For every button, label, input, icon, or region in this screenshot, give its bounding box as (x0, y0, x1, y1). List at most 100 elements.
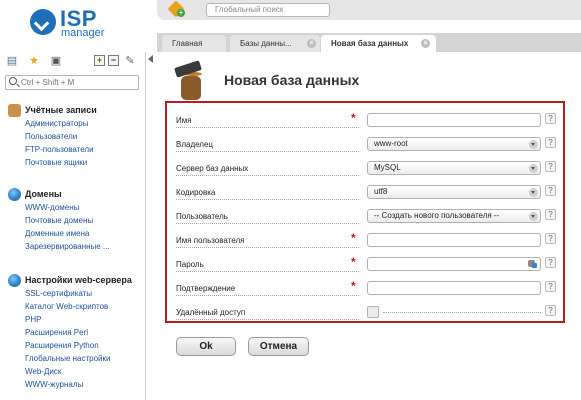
tab-label: Главная (172, 39, 203, 48)
name-input[interactable] (367, 113, 541, 127)
nav-head-label: Настройки web-сервера (25, 275, 132, 285)
nav-item-www-logs[interactable]: WWW-журналы (8, 378, 146, 391)
nav-head-domains[interactable]: Домены (8, 188, 146, 201)
nav-head-web-server[interactable]: Настройки web-сервера (8, 274, 146, 287)
nav-head-label: Учётные записи (25, 105, 97, 115)
globe-icon (8, 188, 21, 201)
nav-item-www-domains[interactable]: WWW-домены (8, 201, 146, 214)
nav-item-ftp-users[interactable]: FTP-пользователи (8, 143, 146, 156)
tab-home[interactable]: Главная (162, 35, 226, 52)
help-icon[interactable]: ? (545, 233, 556, 244)
encoding-select[interactable]: utf8 (367, 185, 541, 199)
help-icon[interactable]: ? (545, 281, 556, 292)
global-search-input[interactable]: Глобальный поиск (206, 3, 330, 17)
top-bar: + Глобальный поиск (157, 0, 581, 20)
collapse-all-icon[interactable]: − (108, 55, 119, 66)
ispmanager-logo[interactable]: ISP manager (30, 6, 150, 45)
nav-item-php[interactable]: PHP (8, 313, 146, 326)
new-object-icon[interactable]: + (167, 0, 185, 18)
remote-access-checkbox[interactable] (367, 306, 379, 318)
field-label: Кодировка (176, 188, 216, 197)
owner-select[interactable]: www-root (367, 137, 541, 151)
chevron-down-icon (529, 164, 538, 173)
collapse-sidebar-icon[interactable] (148, 55, 153, 63)
required-mark: * (351, 231, 356, 245)
generate-password-icon[interactable] (527, 259, 537, 269)
tab-databases[interactable]: Базы данны... × (230, 35, 320, 52)
menu-tree-icon[interactable]: ▤ (6, 55, 18, 67)
db-server-select[interactable]: MySQL (367, 161, 541, 175)
nav-item-python[interactable]: Расширения Python (8, 339, 146, 352)
database-tool-icon (174, 60, 209, 100)
cancel-button[interactable]: Отмена (248, 337, 309, 356)
select-value: utf8 (374, 187, 388, 196)
label-leader (176, 223, 359, 224)
nav-item-administrators[interactable]: Администраторы (8, 117, 146, 130)
form-row-user: Пользователь -- Создать нового пользоват… (167, 204, 563, 226)
sidebar: ▤ ★ ▣ + − ✎ Учётные записи Администратор… (0, 52, 146, 400)
tab-new-database[interactable]: Новая база данных × (321, 35, 436, 52)
help-icon[interactable]: ? (545, 257, 556, 268)
nav-section-web-server: Настройки web-сервера SSL-сертификаты Ка… (8, 274, 146, 391)
nav-item-ssl[interactable]: SSL-сертификаты (8, 287, 146, 300)
help-icon[interactable]: ? (545, 305, 556, 316)
nav-item-mailboxes[interactable]: Почтовые ящики (8, 156, 146, 169)
username-input[interactable] (367, 233, 541, 247)
close-tab-icon[interactable]: × (307, 39, 316, 48)
search-icon (9, 77, 17, 85)
help-icon[interactable]: ? (545, 137, 556, 148)
nav-item-mail-domains[interactable]: Почтовые домены (8, 214, 146, 227)
field-label: Сервер баз данных (176, 164, 249, 173)
label-leader (176, 319, 359, 320)
nav-item-web-scripts[interactable]: Каталог Web-скриптов (8, 300, 146, 313)
select-value: MySQL (374, 163, 401, 172)
page-title: Новая база данных (224, 72, 360, 88)
expand-all-icon[interactable]: + (94, 55, 105, 66)
ok-button[interactable]: Ok (176, 337, 236, 356)
form-row-password: Пароль * ? (167, 252, 563, 274)
tab-label: Новая база данных (331, 39, 409, 48)
chevron-down-icon (529, 140, 538, 149)
nav-head-label: Домены (25, 189, 62, 199)
tab-bar: Главная Базы данны... × Новая база данны… (157, 33, 581, 52)
label-leader (176, 271, 359, 272)
help-icon[interactable]: ? (545, 113, 556, 124)
clipboard-icon[interactable]: ▣ (50, 55, 62, 67)
sidebar-search-input[interactable] (21, 77, 136, 88)
nav-item-users[interactable]: Пользователи (8, 130, 146, 143)
field-label: Имя пользователя (176, 236, 245, 245)
nav-item-reserved[interactable]: Зарезервированные ... (8, 240, 146, 253)
user-select[interactable]: -- Создать нового пользователя -- (367, 209, 541, 223)
field-label: Подтверждение (176, 284, 236, 293)
nav-item-global-settings[interactable]: Глобальные настройки (8, 352, 146, 365)
logo-check-icon (30, 9, 56, 35)
select-value: www-root (374, 139, 408, 148)
close-tab-icon[interactable]: × (421, 39, 430, 48)
form-row-db-server: Сервер баз данных MySQL ? (167, 156, 563, 178)
nav-section-domains: Домены WWW-домены Почтовые домены Доменн… (8, 188, 146, 253)
chevron-down-icon (529, 212, 538, 221)
help-icon[interactable]: ? (545, 161, 556, 172)
sidebar-toolbar: ▤ ★ ▣ + − ✎ (4, 54, 144, 70)
nav-item-domain-names[interactable]: Доменные имена (8, 227, 146, 240)
nav-item-perl[interactable]: Расширения Perl (8, 326, 146, 339)
help-icon[interactable]: ? (545, 185, 556, 196)
password-input[interactable] (367, 257, 541, 271)
nav-item-web-disk[interactable]: Web-Диск (8, 365, 146, 378)
sidebar-search[interactable] (5, 75, 139, 90)
favorites-star-icon[interactable]: ★ (28, 55, 40, 67)
checkbox-leader (383, 312, 541, 313)
required-mark: * (351, 279, 356, 293)
nav-head-accounts[interactable]: Учётные записи (8, 104, 146, 117)
logo-manager-text: manager (61, 27, 105, 39)
required-mark: * (351, 255, 356, 269)
label-leader (176, 127, 359, 128)
pin-icon[interactable]: ✎ (124, 55, 136, 67)
field-label: Имя (176, 116, 192, 125)
confirm-password-input[interactable] (367, 281, 541, 295)
form-row-owner: Владелец www-root ? (167, 132, 563, 154)
form-row-name: Имя * ? (167, 108, 563, 130)
form-row-confirm: Подтверждение * ? (167, 276, 563, 298)
label-leader (176, 151, 359, 152)
help-icon[interactable]: ? (545, 209, 556, 220)
